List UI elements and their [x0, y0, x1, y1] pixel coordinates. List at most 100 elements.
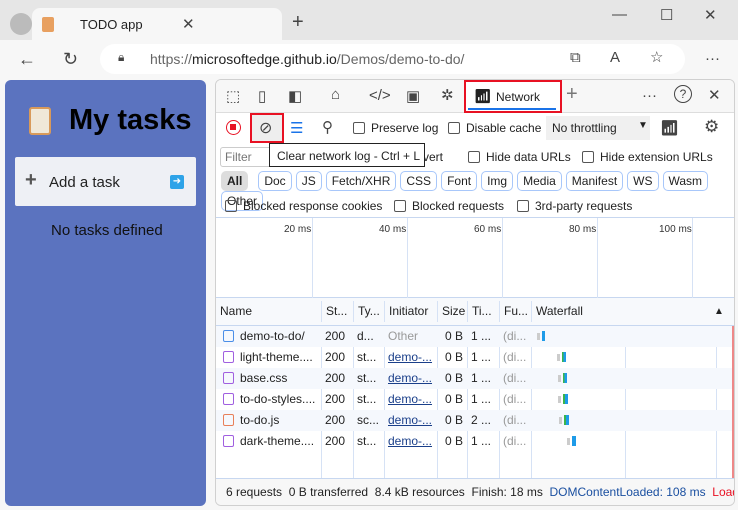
waterfall-queue-bar [559, 417, 562, 424]
sources-bug-icon[interactable]: ✲ [441, 86, 454, 104]
cell-size: 0 B [444, 413, 463, 427]
cell-initiator[interactable]: demo-... [384, 410, 437, 431]
cell-initiator[interactable]: demo-... [384, 347, 437, 368]
cell-size: 0 B [444, 371, 463, 385]
waterfall-queue-bar [537, 333, 540, 340]
hide-ext-urls-label: Hide extension URLs [600, 150, 713, 164]
clipboard-icon [42, 17, 54, 32]
cell-initiator[interactable]: demo-... [384, 431, 437, 452]
more-tools-icon[interactable]: + [566, 83, 578, 106]
submit-arrow-icon[interactable]: ➜ [170, 175, 184, 189]
table-row[interactable]: base.css 200 st... demo-... 0 B 1 ... (di... [216, 368, 734, 389]
tab-network[interactable]: 📶︎ Network [464, 80, 562, 113]
sort-ascending-icon[interactable]: ▲ [714, 306, 724, 317]
column-header[interactable]: St... [321, 301, 353, 322]
device-emulation-icon[interactable]: ▯ [258, 87, 266, 105]
address-bar[interactable]: 🔒︎ https://microsoftedge.github.io/Demos… [100, 44, 685, 74]
table-row[interactable]: demo-to-do/200 d... Other 0 B 1 ... (di... [216, 326, 734, 347]
type-filter-img[interactable]: Img [481, 171, 514, 191]
cell-time: 1 ... [471, 371, 492, 385]
new-tab-icon[interactable]: + [292, 11, 304, 34]
type-filter-all[interactable]: All [221, 171, 249, 191]
type-filter-doc[interactable]: Doc [258, 171, 292, 191]
wifi-icon: 📶︎ [474, 88, 492, 104]
column-header[interactable]: Fu... [499, 301, 531, 322]
table-row[interactable]: dark-theme.... 200 st... demo-... 0 B 1 ... (d… [216, 431, 734, 452]
dock-icon[interactable]: ◧ [288, 87, 302, 105]
cell-type: st... [357, 392, 377, 406]
browser-tab[interactable]: TODO app ✕ [32, 8, 282, 42]
cell-status: 200 [325, 329, 346, 343]
type-filter-media[interactable]: Media [517, 171, 562, 191]
elements-icon[interactable]: </> [369, 87, 391, 104]
cell-status: 200 [325, 371, 346, 385]
waterfall-queue-bar [567, 438, 570, 445]
settings-gear-icon[interactable]: ⚙ [704, 117, 719, 137]
hide-extension-urls-checkbox[interactable]: Hide extension URLs [582, 150, 713, 164]
blocked-cookies-label: Blocked response cookies [243, 199, 383, 213]
column-header[interactable]: Name [216, 301, 321, 322]
read-aloud-icon[interactable]: A [610, 49, 620, 66]
type-filter-js[interactable]: JS [295, 171, 322, 191]
close-tab-icon[interactable]: ✕ [182, 15, 195, 33]
status-footer: 6 requests 0 B transferred 8.4 kB resour… [216, 478, 734, 505]
lock-icon: 🔒︎ [118, 50, 125, 64]
favorite-star-icon[interactable]: ☆ [650, 48, 663, 66]
add-task-button[interactable]: + Add a task ➜ [15, 157, 196, 206]
filter-icon[interactable]: ☰ [290, 119, 303, 137]
more-menu-icon[interactable]: ··· [705, 50, 720, 67]
refresh-icon[interactable]: ↻ [63, 49, 78, 70]
column-header[interactable]: Ty... [353, 301, 384, 322]
cell-name: demo-to-do/ [240, 329, 305, 343]
network-tab-label: Network [496, 90, 541, 104]
disable-cache-checkbox[interactable]: Disable cache [448, 121, 541, 135]
blocked-cookies-checkbox[interactable]: Blocked response cookies [225, 199, 382, 213]
cell-name: light-theme.... [240, 350, 313, 364]
blocked-requests-checkbox[interactable]: Blocked requests [394, 199, 504, 213]
profile-avatar[interactable] [10, 13, 32, 35]
column-header[interactable]: Waterfall [531, 301, 734, 322]
network-overview[interactable]: 20 ms 40 ms 60 ms 80 ms 100 ms [216, 217, 734, 298]
clipboard-icon [29, 107, 51, 135]
type-filter-css[interactable]: CSS [400, 171, 438, 191]
throttling-select[interactable]: No throttling ▼ [546, 116, 650, 140]
preserve-log-checkbox[interactable]: Preserve log [353, 121, 438, 135]
type-filter-wasm[interactable]: Wasm [662, 171, 709, 191]
clear-network-log-button[interactable]: ⊘ [250, 113, 284, 143]
cell-initiator[interactable]: demo-... [384, 368, 437, 389]
network-conditions-icon[interactable]: 📶︎ [660, 119, 679, 137]
type-filter-fetch-xhr[interactable]: Fetch/XHR [325, 171, 397, 191]
welcome-home-icon[interactable]: ⌂ [331, 86, 340, 103]
hide-data-urls-checkbox[interactable]: Hide data URLs [468, 150, 571, 164]
type-filter-font[interactable]: Font [441, 171, 478, 191]
table-row[interactable]: light-theme.... 200 st... demo-... 0 B 1 ... (… [216, 347, 734, 368]
close-devtools-icon[interactable]: ✕ [708, 86, 721, 104]
search-icon[interactable]: ⚲ [322, 118, 333, 136]
table-row[interactable]: to-do.js 200 sc... demo-... 0 B 2 ... (di... [216, 410, 734, 431]
app-available-icon[interactable]: ⧉ [570, 49, 581, 66]
close-window-icon[interactable]: ✕ [704, 6, 717, 24]
column-header[interactable]: Size [437, 301, 467, 322]
todo-app: My tasks + Add a task ➜ No tasks defined [5, 80, 206, 506]
inspect-icon[interactable]: ⬚ [226, 87, 240, 105]
minimize-icon[interactable]: — [612, 6, 627, 23]
help-icon[interactable]: ? [674, 85, 692, 103]
type-filter-ws[interactable]: WS [627, 171, 659, 191]
console-icon[interactable]: ▣ [406, 87, 420, 105]
cell-initiator[interactable]: demo-... [384, 389, 437, 410]
back-icon[interactable]: ← [18, 49, 36, 70]
more-options-icon[interactable]: ··· [642, 87, 657, 104]
table-row[interactable]: to-do-styles.... 200 st... demo-... 0 B 1 ...… [216, 389, 734, 410]
dropdown-arrow-icon: ▼ [638, 120, 648, 131]
maximize-icon[interactable]: ☐ [660, 6, 673, 24]
invert-label[interactable]: vert [423, 150, 443, 164]
preserve-log-label: Preserve log [371, 121, 439, 135]
third-party-checkbox[interactable]: 3rd-party requests [517, 199, 632, 213]
stylesheet-icon [223, 351, 234, 363]
cell-size: 0 B [444, 392, 463, 406]
record-icon[interactable] [226, 120, 241, 135]
column-header[interactable]: Ti... [467, 301, 499, 322]
type-filter-manifest[interactable]: Manifest [565, 171, 624, 191]
column-header[interactable]: Initiator [384, 301, 437, 322]
blocked-requests-label: Blocked requests [412, 199, 505, 213]
